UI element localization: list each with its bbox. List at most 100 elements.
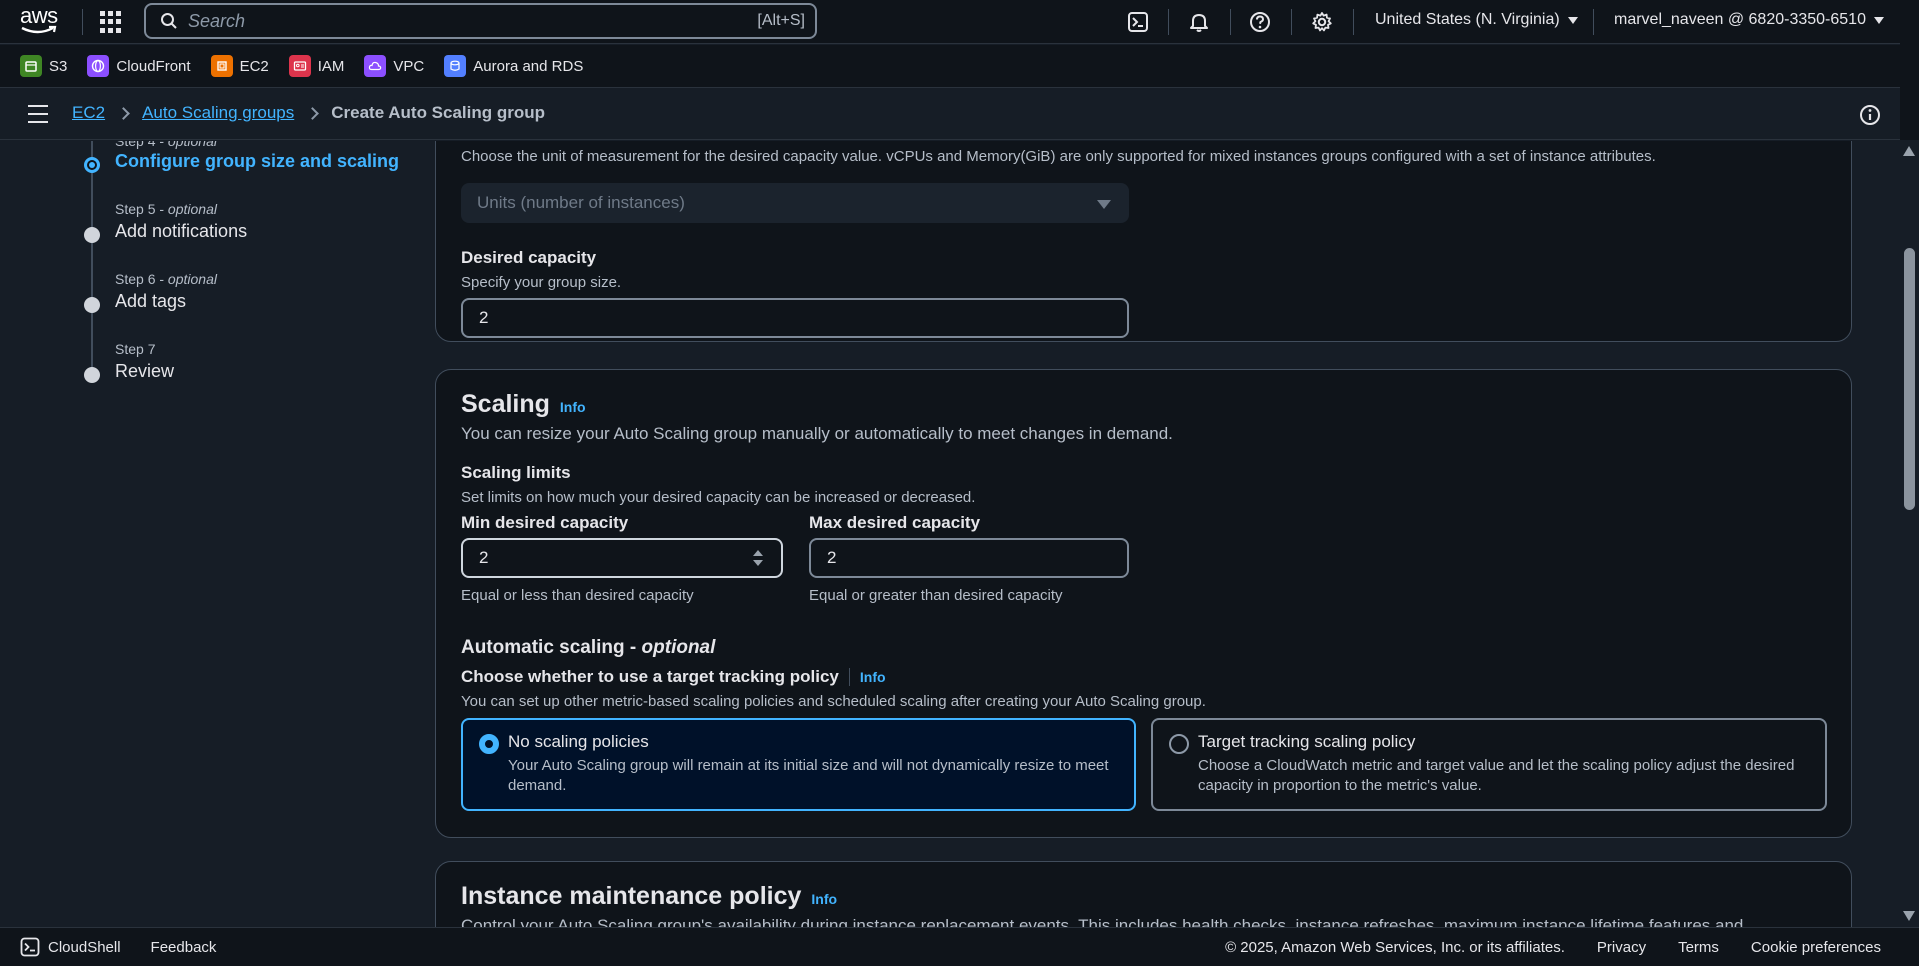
scaling-limits-label: Scaling limits: [461, 463, 571, 482]
caret-down-icon: [1873, 16, 1884, 24]
account-menu[interactable]: marvel_naveen @ 6820-3350-6510: [1614, 11, 1884, 29]
automatic-scaling-label: Automatic scaling - optional: [461, 637, 715, 659]
nav-divider: [1291, 9, 1292, 35]
favorite-ec2[interactable]: EC2: [210, 55, 269, 77]
capacity-unit-select: Units (number of instances): [461, 183, 1129, 223]
policy-description: You can set up other metric-based scalin…: [461, 693, 1206, 710]
nav-divider: [1593, 9, 1594, 35]
aws-smile-icon: [21, 25, 57, 34]
breadcrumb-auto-scaling-groups[interactable]: Auto Scaling groups: [142, 103, 294, 123]
hamburger-menu-icon[interactable]: [28, 105, 48, 123]
spinner-arrows-icon[interactable]: [751, 546, 765, 570]
scroll-up-arrow-icon[interactable]: [1903, 146, 1915, 156]
min-capacity-hint: Equal or less than desired capacity: [461, 587, 694, 604]
cloudfront-globe-icon: [87, 55, 110, 77]
search-icon: [161, 13, 177, 29]
scroll-down-arrow-icon[interactable]: [1903, 911, 1915, 921]
caret-down-icon: [1097, 200, 1111, 209]
breadcrumb: EC2 Auto Scaling groups Create Auto Scal…: [72, 103, 545, 123]
automatic-scaling-text: Automatic scaling -: [461, 637, 642, 658]
min-capacity-label: Min desired capacity: [461, 513, 629, 532]
favorite-s3[interactable]: S3: [20, 55, 67, 77]
chevron-right-icon: [306, 106, 320, 120]
min-capacity-input[interactable]: 2: [461, 538, 783, 578]
help-icon[interactable]: [1246, 8, 1274, 36]
cloudshell-icon: [20, 937, 40, 957]
search-box[interactable]: [Alt+S]: [144, 3, 817, 39]
scaling-title: Scaling: [461, 390, 550, 418]
min-capacity-value: 2: [479, 548, 489, 567]
desired-capacity-input[interactable]: 2: [461, 298, 1129, 338]
cookie-preferences-link[interactable]: Cookie preferences: [1751, 939, 1881, 956]
unit-description: Choose the unit of measurement for the d…: [461, 148, 1656, 165]
policy-label: Choose whether to use a target tracking …: [461, 667, 839, 686]
favorite-label: S3: [49, 57, 68, 75]
automatic-scaling-optional: optional: [641, 637, 716, 658]
option-description: Choose a CloudWatch metric and target va…: [1198, 757, 1795, 794]
favorite-label: IAM: [317, 57, 345, 75]
capacity-unit-value: Units (number of instances): [477, 193, 685, 212]
top-navigation: aws [Alt+S]: [0, 0, 1919, 44]
radio-unselected[interactable]: [1169, 734, 1189, 754]
favorite-iam[interactable]: IAM: [288, 55, 345, 77]
maintenance-info-link[interactable]: Info: [811, 891, 837, 907]
vpc-cloud-icon: [364, 55, 387, 77]
services-grid-icon[interactable]: [100, 11, 122, 33]
favorite-vpc[interactable]: VPC: [364, 55, 424, 77]
favorite-label: EC2: [239, 57, 269, 75]
copyright-text: © 2025, Amazon Web Services, Inc. or its…: [1225, 938, 1565, 956]
desired-capacity-description: Specify your group size.: [461, 274, 622, 291]
aws-logo[interactable]: aws: [20, 5, 62, 36]
notifications-bell-icon[interactable]: [1185, 8, 1213, 36]
nav-divider: [1168, 9, 1169, 35]
favorite-label: VPC: [393, 57, 425, 75]
scaling-info-link[interactable]: Info: [560, 399, 586, 415]
policy-info-link[interactable]: Info: [860, 669, 886, 685]
cloudshell-button[interactable]: CloudShell: [20, 937, 121, 957]
region-label: United States (N. Virginia): [1375, 11, 1560, 28]
radio-selected[interactable]: [479, 734, 499, 754]
favorite-label: Aurora and RDS: [473, 57, 584, 75]
favorite-aurora-rds[interactable]: Aurora and RDS: [444, 55, 583, 77]
iam-id-card-icon: [288, 55, 311, 77]
divider: [848, 668, 850, 686]
chevron-right-icon: [117, 106, 130, 120]
favorite-cloudfront[interactable]: CloudFront: [87, 55, 191, 77]
region-selector[interactable]: United States (N. Virginia): [1375, 11, 1578, 29]
no-scaling-policies-option[interactable]: No scaling policies Your Auto Scaling gr…: [461, 718, 1136, 811]
terms-link[interactable]: Terms: [1678, 939, 1719, 956]
option-title: No scaling policies: [508, 732, 649, 751]
search-input[interactable]: [188, 10, 728, 32]
scaling-header: Scaling Info: [461, 390, 586, 419]
rds-database-icon: [444, 55, 467, 77]
scaling-limits-description: Set limits on how much your desired capa…: [461, 489, 976, 506]
info-circle-icon[interactable]: [1859, 104, 1881, 126]
max-capacity-value: 2: [827, 548, 837, 567]
nav-divider: [82, 9, 83, 35]
max-capacity-input[interactable]: 2: [809, 538, 1129, 578]
feedback-link[interactable]: Feedback: [151, 939, 217, 956]
nav-divider: [1353, 9, 1354, 35]
maintenance-header: Instance maintenance policy Info: [461, 882, 837, 911]
cloudshell-icon[interactable]: [1124, 8, 1152, 36]
footer: CloudShell Feedback © 2025, Amazon Web S…: [0, 927, 1919, 966]
maintenance-description: Control your Auto Scaling group's availa…: [461, 916, 1744, 927]
scroll-track-top: [1900, 0, 1919, 140]
scroll-thumb[interactable]: [1904, 248, 1915, 510]
cloudshell-label: CloudShell: [48, 938, 121, 956]
favorite-label: CloudFront: [116, 57, 191, 75]
settings-gear-icon[interactable]: [1308, 8, 1336, 36]
target-tracking-option[interactable]: Target tracking scaling policy Choose a …: [1151, 718, 1827, 811]
policy-label-row: Choose whether to use a target tracking …: [461, 667, 886, 687]
instance-maintenance-panel: Instance maintenance policy Info Control…: [435, 861, 1852, 927]
nav-divider: [1230, 9, 1231, 35]
ec2-chip-icon: [210, 55, 233, 77]
favorites-bar: S3 CloudFront EC2 IAM VPC Aurora and RDS: [0, 45, 1919, 88]
breadcrumb-ec2[interactable]: EC2: [72, 103, 105, 123]
option-description: Your Auto Scaling group will remain at i…: [508, 757, 1109, 794]
maintenance-title: Instance maintenance policy: [461, 882, 802, 910]
privacy-link[interactable]: Privacy: [1597, 939, 1646, 956]
main-content: Choose the unit of measurement for the d…: [0, 141, 1900, 927]
account-label: marvel_naveen @ 6820-3350-6510: [1614, 11, 1866, 28]
footer-right: © 2025, Amazon Web Services, Inc. or its…: [1225, 939, 1881, 956]
